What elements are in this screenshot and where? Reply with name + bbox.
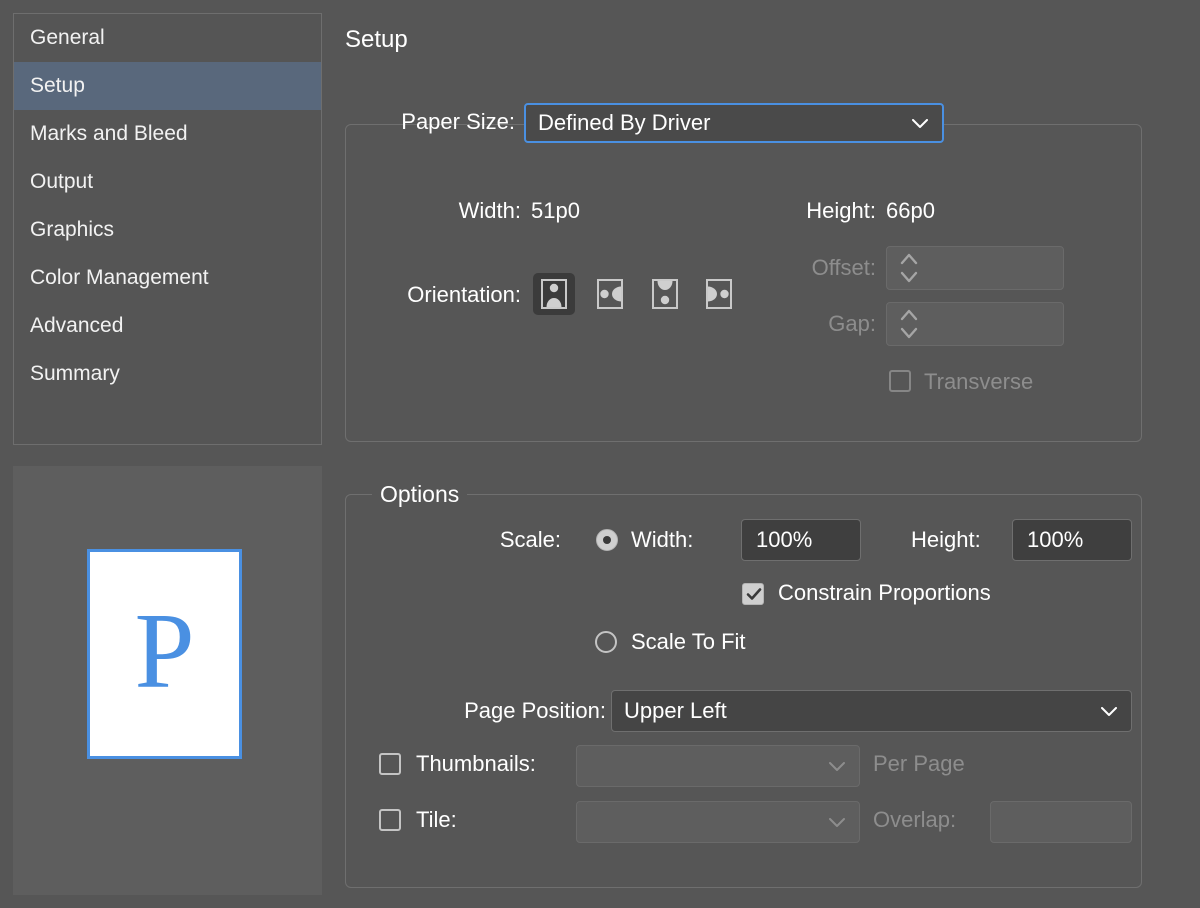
offset-stepper[interactable] xyxy=(886,246,1064,290)
sidebar-item-color-management[interactable]: Color Management xyxy=(14,254,321,302)
scale-height-input[interactable]: 100% xyxy=(1012,519,1132,561)
scale-radio[interactable] xyxy=(596,529,618,551)
paper-size-label: Paper Size: xyxy=(401,109,515,134)
scale-to-fit-label: Scale To Fit xyxy=(631,629,746,654)
paper-size-value: Defined By Driver xyxy=(538,110,711,135)
sidebar-item-graphics[interactable]: Graphics xyxy=(14,206,321,254)
page-title: Setup xyxy=(345,26,408,53)
check-icon xyxy=(746,586,762,607)
width-value: 51p0 xyxy=(531,198,580,223)
scale-width-value: 100% xyxy=(756,527,813,552)
page-position-dropdown[interactable]: Upper Left xyxy=(611,690,1132,732)
chevron-down-icon xyxy=(829,762,845,771)
thumbnails-dropdown[interactable] xyxy=(576,745,860,787)
overlap-input[interactable] xyxy=(990,801,1132,843)
sidebar-item-general[interactable]: General xyxy=(14,14,321,62)
chevron-down-icon xyxy=(1101,707,1117,716)
options-group-legend: Options xyxy=(372,481,468,508)
orientation-portrait-button[interactable] xyxy=(533,273,575,315)
sidebar-item-label: Marks and Bleed xyxy=(30,122,188,145)
sidebar-item-label: Color Management xyxy=(30,266,209,289)
scale-to-fit-radio[interactable] xyxy=(595,631,617,653)
sidebar-item-output[interactable]: Output xyxy=(14,158,321,206)
chevron-down-icon xyxy=(829,818,845,827)
thumbnails-label: Thumbnails: xyxy=(416,751,536,776)
options-group: Options Scale: Width: 100% Height: 100% … xyxy=(345,481,1142,888)
offset-label: Offset: xyxy=(811,255,876,280)
per-page-label: Per Page xyxy=(873,751,965,776)
tile-dropdown[interactable] xyxy=(576,801,860,843)
orientation-reverse-portrait-button[interactable] xyxy=(644,273,686,315)
person-landscape-glyph xyxy=(600,286,621,302)
tile-label: Tile: xyxy=(416,807,457,832)
orientation-reverse-landscape-icon xyxy=(706,279,732,309)
page-position-label: Page Position: xyxy=(464,698,606,723)
thumbnails-checkbox[interactable] xyxy=(379,753,401,775)
constrain-proportions-label: Constrain Proportions xyxy=(778,580,991,605)
gap-label: Gap: xyxy=(828,311,876,336)
scale-width-input[interactable]: 100% xyxy=(741,519,861,561)
sidebar-item-summary[interactable]: Summary xyxy=(14,350,321,398)
sidebar-item-label: General xyxy=(30,26,105,49)
sidebar-item-label: Output xyxy=(30,170,94,193)
tile-checkbox[interactable] xyxy=(379,809,401,831)
height-label: Height: xyxy=(806,198,876,223)
height-value: 66p0 xyxy=(886,198,935,223)
page-position-value: Upper Left xyxy=(624,698,727,723)
overlap-label: Overlap: xyxy=(873,807,957,832)
orientation-label: Orientation: xyxy=(407,282,521,307)
stepper-arrows-icon xyxy=(899,251,919,285)
sidebar-item-label: Setup xyxy=(30,74,85,97)
person-reverse-landscape-glyph xyxy=(708,286,729,302)
width-label: Width: xyxy=(458,198,521,223)
transverse-label: Transverse xyxy=(924,369,1034,394)
paper-size-dropdown[interactable]: Defined By Driver xyxy=(524,103,944,143)
sidebar-item-marks-and-bleed[interactable]: Marks and Bleed xyxy=(14,110,321,158)
sidebar-item-label: Summary xyxy=(30,362,120,385)
stepper-arrows-icon xyxy=(899,307,919,341)
scale-label: Scale: xyxy=(499,527,561,552)
settings-sidebar: General Setup Marks and Bleed Output Gra… xyxy=(13,13,322,445)
transverse-checkbox[interactable] xyxy=(889,370,911,392)
sidebar-item-label: Graphics xyxy=(30,218,115,241)
orientation-landscape-icon xyxy=(597,279,623,309)
orientation-portrait-icon xyxy=(541,279,567,309)
sidebar-item-label: Advanced xyxy=(30,314,124,337)
chevron-down-icon xyxy=(912,119,928,128)
gap-stepper[interactable] xyxy=(886,302,1064,346)
print-preview-panel: P xyxy=(13,466,322,895)
orientation-reverse-portrait-icon xyxy=(652,279,678,309)
constrain-proportions-checkbox[interactable] xyxy=(742,583,764,605)
person-reverse-portrait-glyph xyxy=(657,281,673,305)
sidebar-item-setup[interactable]: Setup xyxy=(14,62,321,110)
preview-page-letter: P xyxy=(134,591,195,711)
scale-width-label: Width: xyxy=(631,527,694,552)
sidebar-item-advanced[interactable]: Advanced xyxy=(14,302,321,350)
scale-height-value: 100% xyxy=(1027,527,1084,552)
paper-settings-group: Width: 51p0 Height: 66p0 Orientation: Of… xyxy=(345,124,1142,442)
person-portrait-glyph xyxy=(546,283,562,307)
preview-page-thumbnail: P xyxy=(87,549,242,759)
scale-height-label: Height: xyxy=(911,527,981,552)
orientation-landscape-button[interactable] xyxy=(589,273,631,315)
